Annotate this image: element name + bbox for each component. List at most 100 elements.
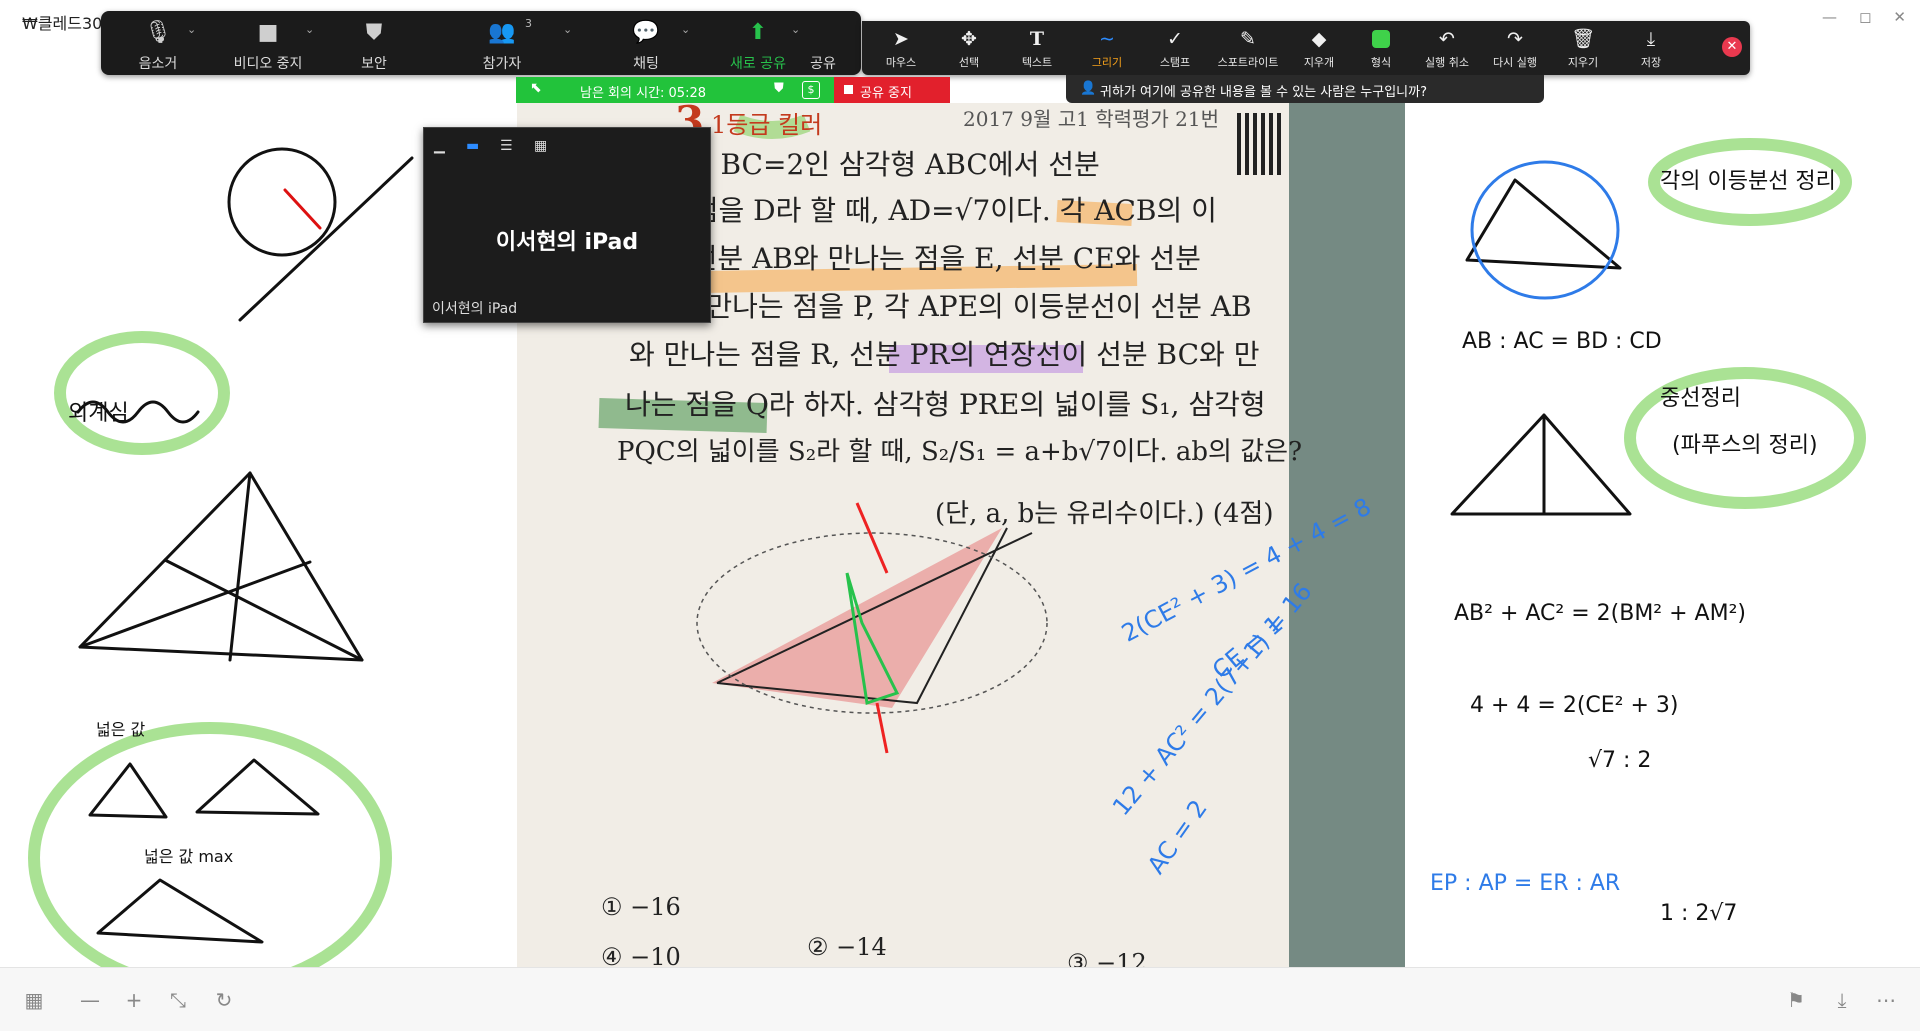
note-median-theorem: 중선정리 <box>1660 386 1741 411</box>
median-triangle <box>78 471 364 662</box>
note-ratio: AB : AC = BD : CD <box>1462 329 1662 354</box>
redo-icon: ↷ <box>1507 28 1523 50</box>
participants-icon: 👥 <box>488 20 516 45</box>
cursor-icon: ➤ <box>893 28 909 50</box>
minimize-icon[interactable]: ▁ <box>434 138 445 154</box>
zoom-out-icon[interactable]: — <box>78 988 102 1012</box>
security-button[interactable]: ⛊ 보안 <box>329 19 419 73</box>
share-more-button[interactable]: 공유 <box>793 19 853 73</box>
text-icon: T <box>1029 28 1045 50</box>
note-scribble <box>76 400 200 424</box>
stop-video-button[interactable]: ■ 비디오 중지 <box>223 19 313 73</box>
participant-count: 3 <box>525 17 532 30</box>
circle-sketch <box>227 147 337 257</box>
draw-icon: ∼ <box>1099 28 1115 50</box>
tool-clear[interactable]: 🗑 지우기 <box>1550 27 1616 70</box>
problem-line-1: √3, BC=2인 삼각형 ABC에서 선분 <box>667 148 1100 181</box>
note-sqrt-ratio: √7 : 2 <box>1588 748 1651 773</box>
download-icon[interactable]: ⤓ <box>1830 988 1854 1012</box>
median-lines <box>78 471 364 662</box>
chevron-down-icon[interactable]: ⌄ <box>187 23 196 36</box>
shield-icon: ⛊ <box>774 81 784 96</box>
problem-line-8: (단, a, b는 유리수이다.) (4점) <box>935 499 1274 529</box>
problem-tag: 1등급 킬러 <box>711 111 823 139</box>
window-controls: — ◻ ✕ <box>1822 8 1906 26</box>
ipad-window-title: 이서현의 iPad <box>495 230 639 255</box>
close-annotation-icon[interactable]: ✕ <box>1722 37 1742 57</box>
tool-redo[interactable]: ↷ 다시 실행 <box>1482 27 1548 70</box>
annotation-toolbar: ➤ 마우스 ✥ 선택 T 텍스트 ∼ 그리기 ✓ 스탬프 ✎ 스포트라이트 ◆ … <box>862 21 1750 75</box>
green-loop-3 <box>1648 138 1852 226</box>
video-icon: ■ <box>257 20 279 45</box>
close-window-button[interactable]: ✕ <box>1893 8 1906 26</box>
note-ep-ap: EP : AP = ER : AR <box>1430 871 1620 896</box>
chat-button[interactable]: 💬 채팅 <box>601 19 691 73</box>
radius-line <box>283 188 322 230</box>
choice-3: ③ −12 <box>1067 949 1147 967</box>
minimize-button[interactable]: — <box>1822 8 1837 26</box>
tool-spotlight[interactable]: ✎ 스포트라이트 <box>1212 27 1284 70</box>
check-icon: ✓ <box>1167 28 1183 50</box>
tool-eraser[interactable]: ◆ 지우개 <box>1286 27 1352 70</box>
green-loop-2 <box>28 722 392 967</box>
choice-1: ① −16 <box>601 893 681 921</box>
shield-icon: ⛊ <box>365 20 383 45</box>
tool-select[interactable]: ✥ 선택 <box>936 27 1002 70</box>
problem-line-5: 와 만나는 점을 R, 선분 PR의 연장선이 선분 BC와 만 <box>629 338 1260 371</box>
note-bisector: 각의 이등분선 정리 <box>1660 169 1836 194</box>
qr-code <box>1237 113 1281 175</box>
more-icon[interactable]: ⋯ <box>1874 988 1898 1012</box>
note-pappus: (파푸스의 정리) <box>1672 433 1818 458</box>
collapse-arrow-icon[interactable]: ⬉ <box>530 80 542 96</box>
tool-stamp[interactable]: ✓ 스탬프 <box>1142 27 1208 70</box>
meeting-time-remaining: 남은 회의 시간: 05:28 <box>580 86 707 101</box>
problem-line-7: PQC의 넓이를 S₂라 할 때, S₂/S₁ = a+b√7이다. ab의 값… <box>617 437 1303 467</box>
bottom-toolbar: ▦ — + ⤡ ↻ ⚑ ⤓ ⋯ <box>0 967 1920 1031</box>
note-pappus-formula: AB² + AC² = 2(BM² + AM²) <box>1454 601 1746 626</box>
collapse-icon[interactable]: ⤡ <box>166 988 190 1012</box>
person-icon: 👤 <box>1080 81 1097 96</box>
save-icon: ⤓ <box>1646 28 1656 50</box>
small-triangles <box>88 758 320 819</box>
tool-text[interactable]: T 텍스트 <box>1004 27 1070 70</box>
tool-draw[interactable]: ∼ 그리기 <box>1074 27 1140 70</box>
zoom-in-icon[interactable]: + <box>122 988 146 1012</box>
who-can-see-banner[interactable]: 👤 귀하가 여기에 공유한 내용을 볼 수 있는 사람은 누구입니까? <box>1066 75 1544 103</box>
tool-mouse[interactable]: ➤ 마우스 <box>868 27 934 70</box>
zoom-meeting-controls: 🎙 음소거 ⌄ ■ 비디오 중지 ⌄ ⛊ 보안 👥 참가자 3 ⌄ 💬 채팅 ⌄… <box>101 11 861 75</box>
median-theorem-triangle <box>1450 413 1632 516</box>
blue-circle <box>1470 160 1620 300</box>
bookmark-icon[interactable]: ⚑ <box>1784 988 1808 1012</box>
new-share-button[interactable]: ⬆ 새로 공유 <box>713 19 803 73</box>
note-final-ratio: 1 : 2√7 <box>1660 901 1737 926</box>
tool-save[interactable]: ⤓ 저장 <box>1618 27 1684 70</box>
bisector-triangle <box>1465 178 1622 270</box>
chevron-down-icon[interactable]: ⌄ <box>305 23 314 36</box>
color-swatch <box>1372 30 1390 48</box>
chevron-down-icon[interactable]: ⌄ <box>681 23 690 36</box>
window-title: ₩클레드30 <box>22 14 103 33</box>
eraser-icon: ◆ <box>1311 28 1327 50</box>
tool-undo[interactable]: ↶ 실행 취소 <box>1414 27 1480 70</box>
split-view-icon[interactable]: ☰ <box>500 138 513 154</box>
tool-format[interactable]: 형식 <box>1348 27 1414 70</box>
grid-view-icon[interactable]: ▦ <box>534 138 547 154</box>
undo-icon: ↶ <box>1439 28 1455 50</box>
meeting-timer-bar: ⬉ 남은 회의 시간: 05:28 ⛊ $ <box>516 77 834 103</box>
problem-line-3: 이 선분 AB와 만나는 점을 E, 선분 CE와 선분 <box>657 242 1201 275</box>
grid-icon[interactable]: ▦ <box>22 988 46 1012</box>
chevron-down-icon[interactable]: ⌄ <box>563 23 572 36</box>
refresh-icon[interactable]: ↻ <box>212 988 236 1012</box>
ipad-share-window[interactable]: ▁ ▬ ☰ ▦ 이서현의 iPad 이서현의 iPad <box>423 127 711 323</box>
choice-4: ④ −10 <box>601 943 681 967</box>
single-view-icon[interactable]: ▬ <box>466 138 479 154</box>
note-area: 넓은 값 <box>96 720 146 739</box>
stop-share-button[interactable]: 공유 중지 <box>834 77 950 103</box>
dollar-icon: $ <box>802 81 820 99</box>
maximize-button[interactable]: ◻ <box>1859 8 1871 26</box>
tangent-line <box>238 156 414 322</box>
problem-line-4: AD가 만나는 점을 P, 각 APE의 이등분선이 선분 AB <box>629 290 1252 323</box>
participants-button[interactable]: 👥 참가자 <box>457 19 547 73</box>
problem-source: 2017 9월 고1 학력평가 21번 <box>963 107 1220 131</box>
spotlight-icon: ✎ <box>1240 28 1256 50</box>
